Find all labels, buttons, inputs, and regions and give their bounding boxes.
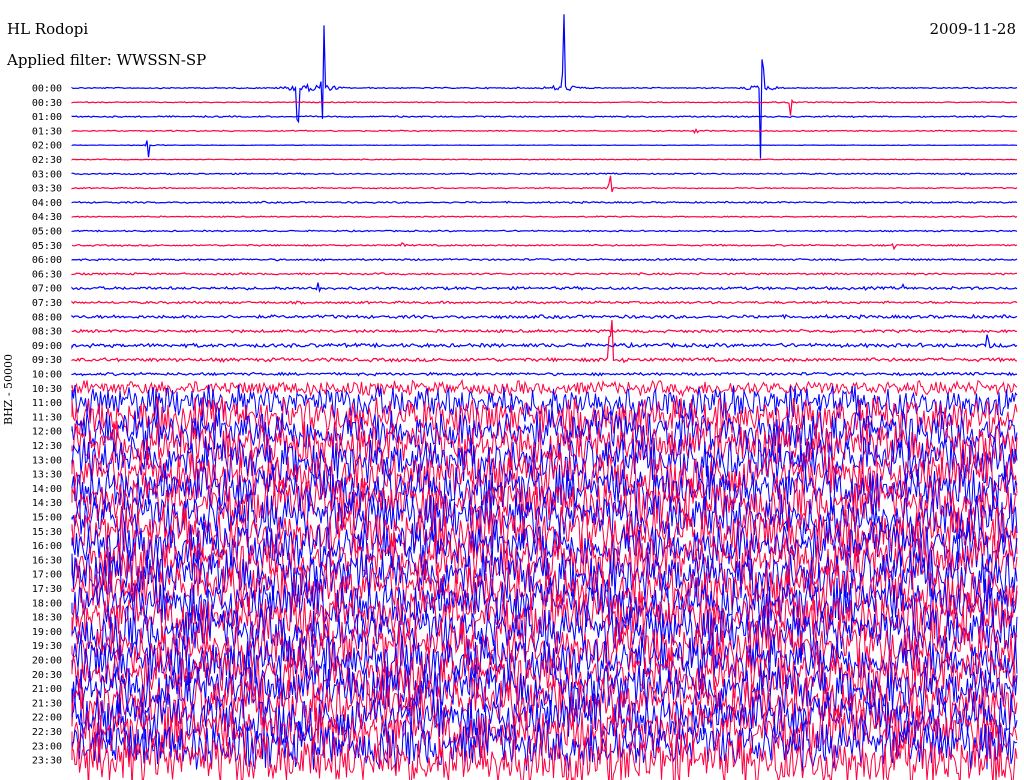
row-time-label: 10:30: [32, 384, 62, 395]
row-time-label: 06:00: [32, 255, 62, 266]
trace-0230: [71, 158, 1018, 161]
trace-0030: [71, 98, 1017, 116]
row-time-label: 05:00: [32, 227, 62, 238]
row-time-label: 01:30: [32, 126, 62, 137]
row-time-label: 11:30: [32, 412, 62, 423]
row-time-label: 07:30: [32, 298, 62, 309]
row-time-label: 02:30: [32, 155, 62, 166]
row-time-label: 09:00: [32, 341, 62, 352]
row-time-label: 12:00: [32, 427, 62, 438]
helicorder-plot: 00:00 00:30 01:00 01:30 02:00 02:30 03:00 03:30…: [32, 14, 1018, 780]
row-time-label: 20:00: [32, 656, 62, 667]
trace-0130: [71, 127, 1018, 135]
trace-0930: [71, 320, 1018, 364]
row-time-label: 21:00: [32, 684, 62, 695]
row-time-label: 04:30: [32, 212, 62, 223]
row-time-label: 10:00: [32, 370, 62, 381]
trace-0000: [71, 14, 1018, 159]
row-time-label: 12:30: [32, 441, 62, 452]
trace-0330: [71, 175, 1018, 193]
row-time-label: 13:30: [32, 470, 62, 481]
row-time-label: 16:30: [32, 555, 62, 566]
row-time-label: 14:00: [32, 484, 62, 495]
row-time-label: 03:30: [32, 184, 62, 195]
row-time-label: 00:00: [32, 84, 62, 95]
row-time-label: 05:30: [32, 241, 62, 252]
row-time-label: 07:00: [32, 284, 62, 295]
trace-0300: [71, 172, 1018, 176]
row-time-label: 14:30: [32, 498, 62, 509]
row-time-label: 21:30: [32, 698, 62, 709]
row-time-label: 15:00: [32, 513, 62, 524]
trace-1000: [71, 371, 1018, 377]
row-time-label: 16:00: [32, 541, 62, 552]
row-time-label: 11:00: [32, 398, 62, 409]
trace-0630: [71, 272, 1018, 276]
row-time-label: 18:30: [32, 613, 62, 624]
row-time-label: 08:30: [32, 327, 62, 338]
row-time-label: 09:30: [32, 355, 62, 366]
row-time-label: 04:00: [32, 198, 62, 209]
row-time-label: 22:30: [32, 727, 62, 738]
trace-0100: [71, 115, 1018, 119]
trace-0730: [71, 300, 1018, 305]
row-time-label: 15:30: [32, 527, 62, 538]
row-time-label: 00:30: [32, 98, 62, 109]
trace-0700: [71, 282, 1018, 294]
row-time-label: 13:00: [32, 455, 62, 466]
row-time-label: 20:30: [32, 670, 62, 681]
row-time-label: 06:30: [32, 269, 62, 280]
trace-0500: [71, 229, 1018, 233]
trace-0830: [71, 328, 1018, 334]
trace-0900: [71, 334, 1018, 350]
trace-0530: [71, 242, 1018, 251]
trace-0200: [71, 140, 1018, 158]
row-time-label: 08:00: [32, 312, 62, 323]
row-time-label: 17:00: [32, 570, 62, 581]
row-time-label: 22:00: [32, 713, 62, 724]
row-time-label: 19:00: [32, 627, 62, 638]
trace-0800: [71, 313, 1018, 320]
row-time-label: 17:30: [32, 584, 62, 595]
row-time-label: 01:00: [32, 112, 62, 123]
row-time-label: 18:00: [32, 598, 62, 609]
row-time-label: 19:30: [32, 641, 62, 652]
row-time-label: 02:00: [32, 141, 62, 152]
row-time-label: 23:30: [32, 756, 62, 767]
trace-0430: [71, 215, 1018, 219]
trace-0400: [71, 200, 1018, 205]
row-time-label: 23:00: [32, 741, 62, 752]
trace-0600: [71, 257, 1018, 262]
row-time-label: 03:00: [32, 169, 62, 180]
